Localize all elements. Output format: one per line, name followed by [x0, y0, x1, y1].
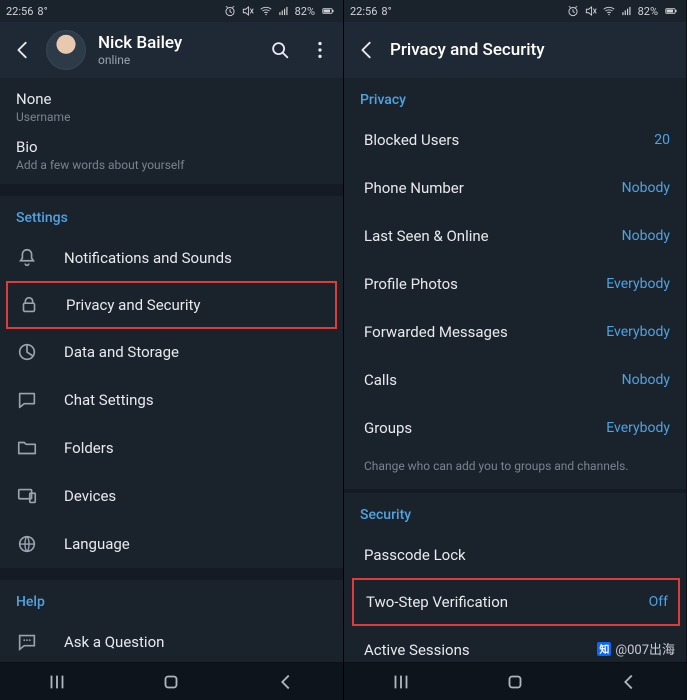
search-button[interactable] [269, 39, 291, 61]
pie-icon [16, 341, 38, 363]
settings-devices[interactable]: Devices [0, 472, 343, 520]
settings-data-storage[interactable]: Data and Storage [0, 328, 343, 376]
header-right: Privacy and Security [344, 22, 686, 78]
android-navbar [0, 662, 343, 700]
privacy-phone-number[interactable]: Phone Number Nobody [344, 164, 686, 212]
username-value: None [16, 90, 327, 108]
section-security: Security [344, 493, 686, 531]
username-label: Username [16, 110, 327, 124]
status-temp: 8° [381, 5, 391, 18]
username-block[interactable]: None Username [0, 78, 343, 136]
status-bar: 22:56 8° 82% [344, 0, 686, 22]
nav-home-button[interactable] [160, 671, 182, 693]
battery-icon [319, 4, 337, 18]
bio-value: Bio [16, 138, 327, 156]
security-passcode-lock[interactable]: Passcode Lock [344, 531, 686, 579]
security-two-step-verification[interactable]: Two-Step Verification Off [352, 578, 680, 626]
nav-home-button[interactable] [504, 671, 526, 693]
avatar[interactable] [46, 30, 86, 70]
status-time: 22:56 [6, 5, 33, 18]
alarm-icon [223, 4, 237, 18]
nav-recent-button[interactable] [390, 671, 412, 693]
header-left: Nick Bailey online [0, 22, 343, 78]
chat-question-icon [16, 631, 38, 653]
settings-notifications[interactable]: Notifications and Sounds [0, 234, 343, 282]
status-bar: 22:56 8° 82% [0, 0, 343, 22]
devices-icon [16, 485, 38, 507]
watermark-text: @007出海 [615, 639, 675, 658]
status-time: 22:56 [350, 5, 377, 18]
value: Everybody [606, 420, 670, 436]
divider [0, 568, 343, 580]
privacy-last-seen[interactable]: Last Seen & Online Nobody [344, 212, 686, 260]
back-button[interactable] [356, 39, 378, 61]
bio-label: Add a few words about yourself [16, 158, 327, 172]
value: Nobody [622, 372, 670, 388]
value: 20 [654, 132, 670, 148]
android-navbar [344, 662, 686, 700]
value: Everybody [606, 276, 670, 292]
help-ask[interactable]: Ask a Question [0, 618, 343, 662]
value: Everybody [606, 324, 670, 340]
section-settings: Settings [0, 196, 343, 234]
watermark-logo: 知 [597, 642, 611, 656]
folder-icon [16, 437, 38, 459]
signal-icon [277, 4, 291, 18]
mute-icon [241, 4, 255, 18]
nav-recent-button[interactable] [46, 671, 68, 693]
status-battery: 82% [638, 5, 658, 18]
privacy-calls[interactable]: Calls Nobody [344, 356, 686, 404]
bell-icon [16, 247, 38, 269]
back-button[interactable] [12, 39, 34, 61]
globe-icon [16, 533, 38, 555]
settings-language[interactable]: Language [0, 520, 343, 568]
value: Nobody [622, 180, 670, 196]
value: Off [649, 594, 668, 610]
profile-name: Nick Bailey [98, 33, 182, 53]
mute-icon [584, 4, 598, 18]
settings-chat[interactable]: Chat Settings [0, 376, 343, 424]
status-temp: 8° [37, 5, 47, 18]
nav-back-button[interactable] [618, 671, 640, 693]
section-help: Help [0, 580, 343, 618]
privacy-groups[interactable]: Groups Everybody [344, 404, 686, 452]
chat-icon [16, 389, 38, 411]
privacy-profile-photos[interactable]: Profile Photos Everybody [344, 260, 686, 308]
section-privacy: Privacy [344, 78, 686, 116]
bio-block[interactable]: Bio Add a few words about yourself [0, 136, 343, 184]
wifi-icon [602, 4, 616, 18]
screen-privacy: 22:56 8° 82% Privacy and Security Privac… [343, 0, 686, 700]
signal-icon [620, 4, 634, 18]
more-button[interactable] [309, 39, 331, 61]
page-title: Privacy and Security [390, 40, 545, 60]
screen-settings: 22:56 8° 82% Nick Bailey online [0, 0, 343, 700]
status-battery: 82% [295, 5, 315, 18]
wifi-icon [259, 4, 273, 18]
value: Nobody [622, 228, 670, 244]
lock-icon [18, 294, 40, 316]
profile-status: online [98, 53, 182, 67]
settings-folders[interactable]: Folders [0, 424, 343, 472]
nav-back-button[interactable] [275, 671, 297, 693]
settings-privacy-security[interactable]: Privacy and Security [6, 281, 337, 329]
alarm-icon [566, 4, 580, 18]
privacy-forwarded-messages[interactable]: Forwarded Messages Everybody [344, 308, 686, 356]
battery-icon [662, 4, 680, 18]
privacy-footnote: Change who can add you to groups and cha… [344, 452, 686, 489]
watermark: 知 @007出海 [593, 637, 679, 660]
privacy-blocked-users[interactable]: Blocked Users 20 [344, 116, 686, 164]
divider [0, 184, 343, 196]
